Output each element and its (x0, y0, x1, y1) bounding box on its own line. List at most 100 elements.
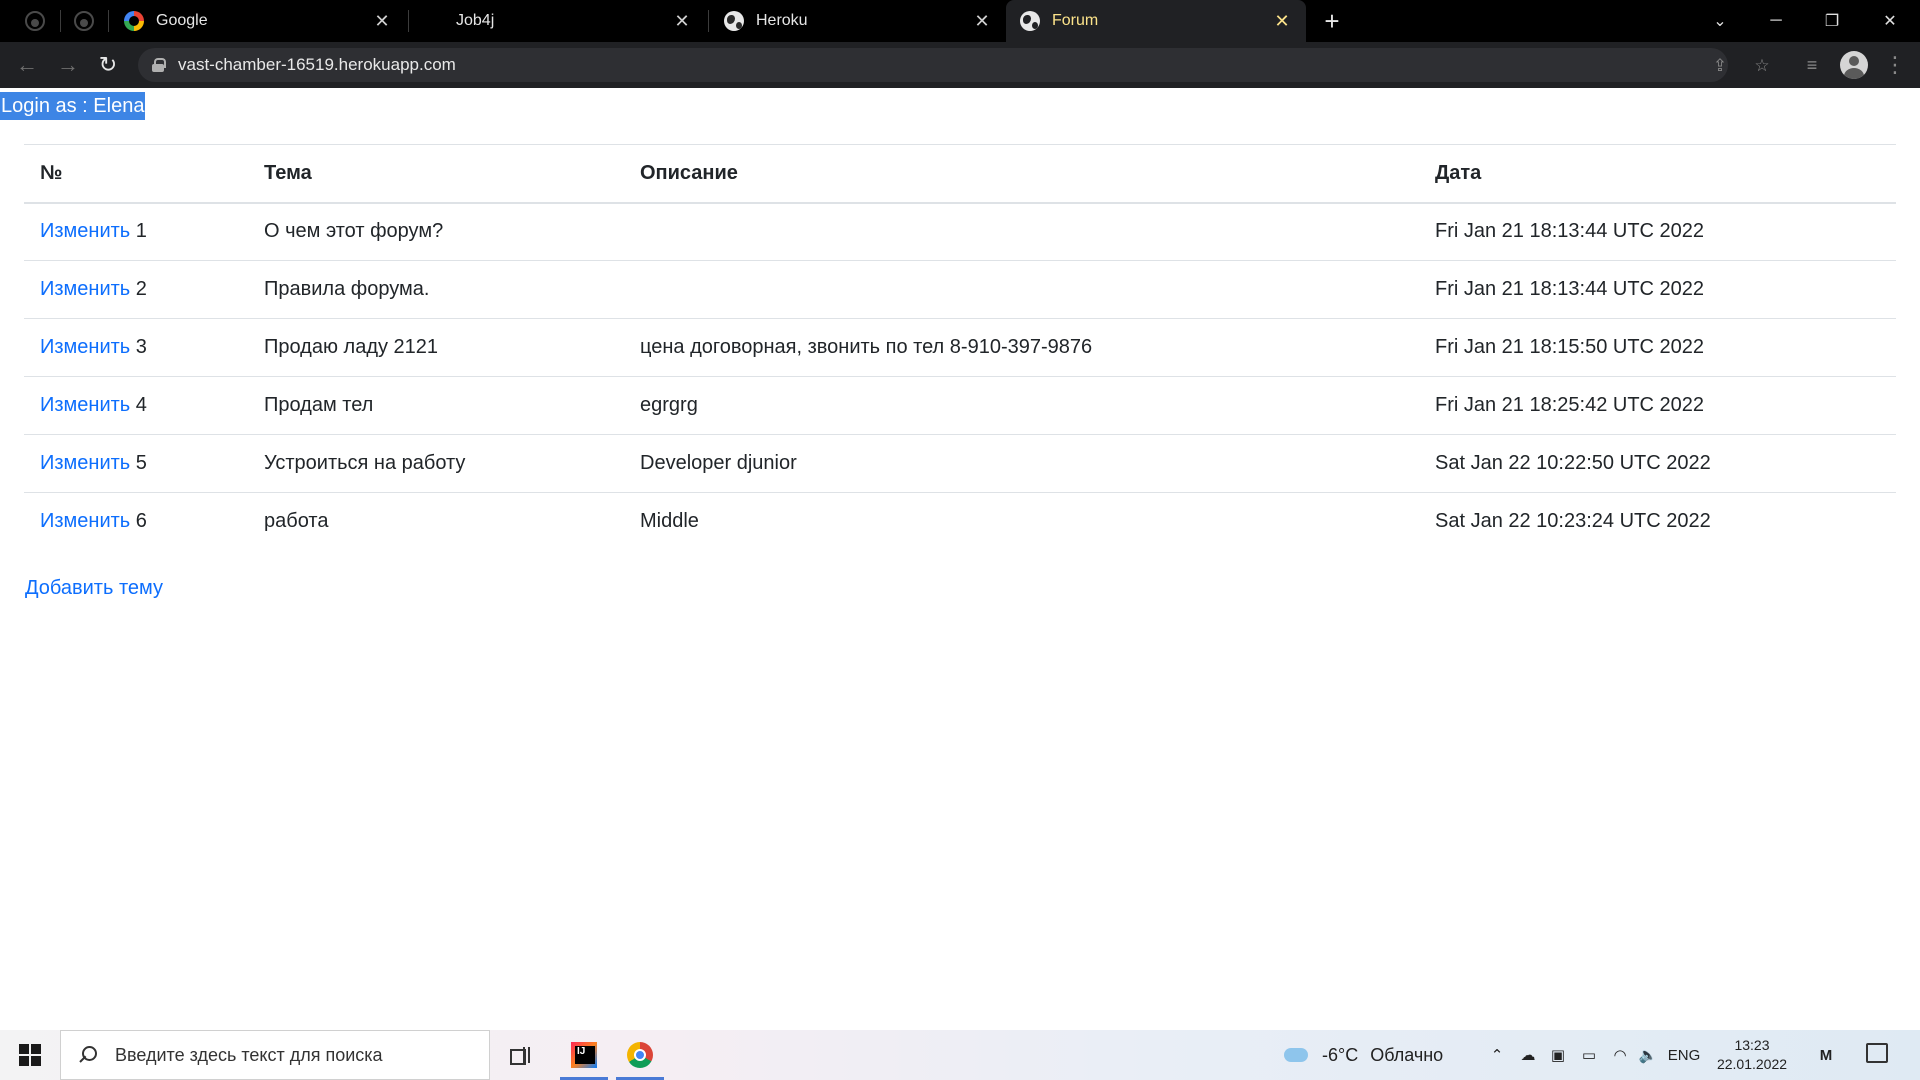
table-row: Изменить 2 Правила форума. Fri Jan 21 18… (24, 260, 1896, 319)
task-view-icon (510, 1047, 530, 1065)
taskbar-search-input[interactable]: Введите здесь текст для поиска (60, 1030, 490, 1080)
description-cell (624, 260, 1419, 319)
restore-icon[interactable]: ❐ (1804, 0, 1860, 42)
notifications-icon[interactable] (1866, 1043, 1888, 1063)
more-menu-icon[interactable]: ⋮ (1884, 51, 1906, 79)
description-cell: egrgrg (624, 376, 1419, 435)
date-cell: Fri Jan 21 18:13:44 UTC 2022 (1419, 202, 1896, 261)
edit-link[interactable]: Изменить (40, 336, 130, 358)
battery-icon[interactable]: ▭ (1576, 1030, 1602, 1080)
tab-job4j[interactable]: Job4j ✕ (410, 0, 706, 42)
edit-link[interactable]: Изменить (40, 278, 130, 300)
close-icon[interactable]: ✕ (968, 11, 996, 32)
show-hidden-icons-chevron-up-icon[interactable]: ⌃ (1486, 1030, 1508, 1080)
share-icon[interactable]: ⇪ (1710, 56, 1730, 76)
topic-cell: Устроиться на работу (248, 434, 624, 493)
app-tray-icon[interactable]: M (1808, 1030, 1844, 1080)
bookmark-star-icon[interactable]: ☆ (1752, 56, 1772, 76)
wifi-icon[interactable]: ◠ (1608, 1030, 1632, 1080)
date-cell: Sat Jan 22 10:22:50 UTC 2022 (1419, 434, 1896, 493)
browser-toolbar: ← → ↻ vast-chamber-16519.herokuapp.com ⇪… (0, 42, 1920, 88)
lock-icon[interactable] (152, 58, 166, 72)
edit-link[interactable]: Изменить (40, 452, 130, 474)
header-date: Дата (1419, 144, 1896, 204)
url-text[interactable]: vast-chamber-16519.herokuapp.com (178, 55, 456, 75)
description-cell (624, 202, 1419, 261)
forward-arrow-icon[interactable]: → (52, 49, 84, 81)
weather-description: Облачно (1370, 1044, 1444, 1065)
new-tab-button[interactable]: + (1317, 6, 1347, 36)
reload-icon[interactable]: ↻ (92, 49, 124, 81)
input-language[interactable]: ENG (1664, 1030, 1704, 1080)
cloud-icon (1284, 1048, 1308, 1062)
topic-id: 6 (135, 510, 147, 533)
taskbar-clock[interactable]: 13:23 22.01.2022 (1702, 1036, 1802, 1074)
reading-list-icon[interactable]: ≡ (1797, 50, 1827, 80)
meet-now-icon[interactable]: ▣ (1546, 1030, 1570, 1080)
clock-time: 13:23 (1734, 1037, 1770, 1053)
topic-id: 5 (135, 452, 147, 474)
tab-title: Job4j (456, 12, 495, 29)
date-cell: Fri Jan 21 18:25:42 UTC 2022 (1419, 376, 1896, 435)
intellij-idea-taskbar-button[interactable] (558, 1030, 610, 1080)
tab-separator (408, 10, 409, 32)
tab-forum[interactable]: Forum ✕ (1006, 0, 1306, 42)
onedrive-cloud-icon[interactable]: ☁ (1516, 1030, 1540, 1080)
chrome-taskbar-button[interactable] (614, 1030, 666, 1080)
tab-google[interactable]: Google ✕ (110, 0, 406, 42)
topic-id: 2 (135, 278, 147, 300)
profile-avatar-icon[interactable] (1840, 51, 1868, 79)
row-number-cell: Изменить 4 (24, 376, 248, 435)
tab-heroku[interactable]: Heroku ✕ (710, 0, 1006, 42)
add-topic-link[interactable]: Добавить тему (25, 577, 163, 600)
address-bar[interactable]: vast-chamber-16519.herokuapp.com ⇪ ☆ (138, 48, 1770, 82)
table-row: Изменить 4 Продам тел egrgrg Fri Jan 21 … (24, 376, 1896, 435)
login-status: Login as : Elena (0, 92, 146, 120)
topic-cell: Продаю ладу 2121 (248, 318, 624, 377)
minimize-icon[interactable]: ─ (1748, 0, 1804, 42)
close-icon[interactable]: ✕ (368, 11, 396, 32)
edit-link[interactable]: Изменить (40, 510, 130, 532)
topic-id: 3 (135, 336, 147, 358)
window-close-icon[interactable]: ✕ (1862, 0, 1918, 42)
tab-title: Forum (1052, 12, 1099, 29)
search-placeholder: Введите здесь текст для поиска (115, 1044, 383, 1065)
pinned-tab-github-1[interactable] (13, 0, 57, 42)
weather-widget[interactable]: -6°C Облачно (1284, 1030, 1443, 1080)
topics-table: № Тема Описание Дата Изменить 1 О чем эт… (24, 144, 1896, 551)
task-view-button[interactable] (494, 1030, 546, 1080)
browser-tab-strip: Google ✕ Job4j ✕ Heroku ✕ Forum ✕ + ⌄ ─ … (0, 0, 1920, 42)
tab-title: Heroku (756, 12, 808, 29)
chrome-icon (627, 1042, 653, 1068)
volume-icon[interactable]: 🔈 (1636, 1030, 1660, 1080)
intellij-idea-icon (571, 1042, 597, 1068)
table-row: Изменить 1 О чем этот форум? Fri Jan 21 … (24, 202, 1896, 261)
page-content: Login as : Elena № Тема Описание Дата Из… (0, 88, 1920, 1030)
tab-separator (60, 10, 61, 32)
search-icon (79, 1046, 97, 1064)
tab-search-chevron-down-icon[interactable]: ⌄ (1692, 0, 1748, 42)
description-cell: Developer djunior (624, 434, 1419, 493)
weather-temperature: -6°C (1322, 1044, 1359, 1065)
back-arrow-icon[interactable]: ← (11, 49, 43, 81)
github-icon (25, 11, 45, 31)
header-description: Описание (624, 144, 1419, 204)
date-cell: Fri Jan 21 18:13:44 UTC 2022 (1419, 260, 1896, 319)
tab-title: Google (156, 12, 208, 29)
tab-separator (708, 10, 709, 32)
close-icon[interactable]: ✕ (1268, 11, 1296, 32)
edit-link[interactable]: Изменить (40, 394, 130, 416)
row-number-cell: Изменить 1 (24, 202, 248, 261)
table-header-row: № Тема Описание Дата (24, 144, 1896, 204)
row-number-cell: Изменить 3 (24, 318, 248, 377)
close-icon[interactable]: ✕ (668, 11, 696, 32)
table-row: Изменить 5 Устроиться на работу Develope… (24, 434, 1896, 493)
header-topic: Тема (248, 144, 624, 204)
edit-link[interactable]: Изменить (40, 220, 130, 242)
topic-id: 1 (135, 220, 147, 243)
topic-cell: работа (264, 510, 329, 533)
topic-id: 4 (135, 394, 147, 416)
windows-start-icon[interactable] (0, 1030, 60, 1080)
pinned-tab-github-2[interactable] (62, 0, 106, 42)
header-number: № (24, 144, 248, 204)
